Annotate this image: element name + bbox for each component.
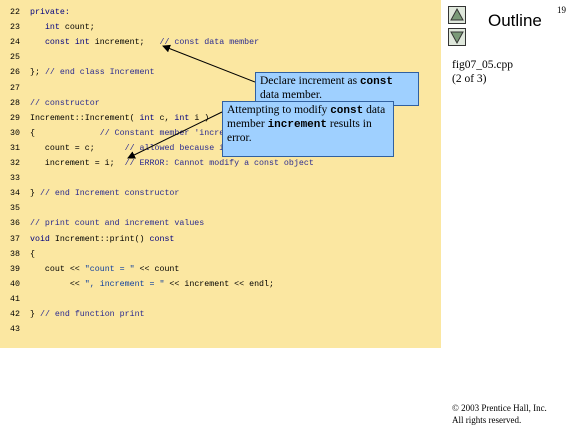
arrow-to-increment-declaration	[162, 44, 256, 83]
triangle-down-icon	[450, 31, 464, 45]
next-button[interactable]	[448, 28, 466, 46]
previous-button[interactable]	[448, 6, 466, 24]
callout-text: const	[330, 105, 364, 117]
file-part: (2 of 3)	[452, 73, 487, 85]
arrow-to-increment-assignment	[127, 111, 223, 159]
triangle-up-icon	[450, 7, 464, 21]
callout-text: Attempting to modify	[227, 104, 331, 116]
outline-title[interactable]: Outline	[488, 11, 542, 31]
file-info: fig07_05.cpp (2 of 3)	[452, 58, 513, 86]
copyright-line-1: © 2003 Prentice Hall, Inc.	[452, 403, 547, 413]
copyright: © 2003 Prentice Hall, Inc. All rights re…	[452, 402, 547, 426]
copyright-line-2: All rights reserved.	[452, 415, 522, 425]
slide-number: 19	[557, 5, 566, 15]
callout-text: Declare increment as	[260, 75, 360, 87]
file-name: fig07_05.cpp	[452, 59, 514, 71]
callout-text: increment	[267, 119, 327, 131]
callout-modify-const-error: Attempting to modify const data member i…	[222, 101, 394, 157]
callout-text: data member.	[260, 89, 322, 101]
callout-text: const	[359, 76, 393, 88]
